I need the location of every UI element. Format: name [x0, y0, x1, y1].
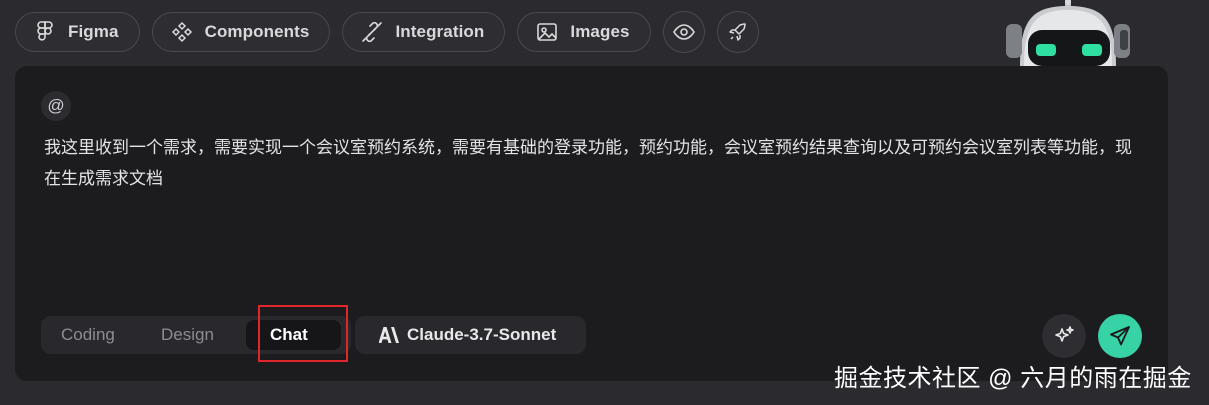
anthropic-icon	[379, 327, 399, 343]
figma-icon	[34, 21, 56, 43]
at-icon: @	[47, 96, 65, 115]
figma-button-label: Figma	[68, 22, 119, 41]
deploy-button[interactable]	[716, 11, 759, 53]
figma-button[interactable]: Figma	[15, 12, 140, 52]
integration-button[interactable]: Integration	[342, 12, 506, 52]
mode-tab-coding[interactable]: Coding	[61, 320, 115, 350]
image-icon	[536, 21, 558, 43]
images-button[interactable]: Images	[517, 12, 651, 52]
components-button[interactable]: Components	[151, 12, 331, 52]
sparkle-icon	[1053, 325, 1075, 347]
chat-composer: @ 我这里收到一个需求，需要实现一个会议室预约系统，需要有基础的登录功能，预约功…	[15, 66, 1168, 381]
annotation-highlight-box	[258, 305, 348, 362]
robot-mascot	[1002, 0, 1142, 66]
components-icon	[171, 21, 193, 43]
prompt-input[interactable]: 我这里收到一个需求，需要实现一个会议室预约系统，需要有基础的登录功能，预约功能，…	[44, 132, 1144, 194]
preview-button[interactable]	[662, 11, 705, 53]
model-label: Claude-3.7-Sonnet	[407, 325, 557, 344]
send-icon	[1109, 325, 1131, 347]
send-button[interactable]	[1098, 314, 1142, 358]
eye-icon	[672, 21, 695, 43]
watermark: 掘金技术社区 @ 六月的雨在掘金	[834, 365, 1192, 392]
mention-button[interactable]: @	[41, 91, 71, 121]
images-button-label: Images	[570, 22, 630, 41]
rocket-icon	[727, 21, 749, 43]
enhance-prompt-button[interactable]	[1042, 314, 1086, 358]
mode-tab-design[interactable]: Design	[161, 320, 214, 350]
components-button-label: Components	[204, 22, 310, 41]
model-selector[interactable]: Claude-3.7-Sonnet	[355, 316, 586, 354]
integration-toolbar: Figma Components Integration Images	[15, 11, 759, 53]
plug-icon	[361, 21, 383, 43]
integration-button-label: Integration	[395, 22, 485, 41]
